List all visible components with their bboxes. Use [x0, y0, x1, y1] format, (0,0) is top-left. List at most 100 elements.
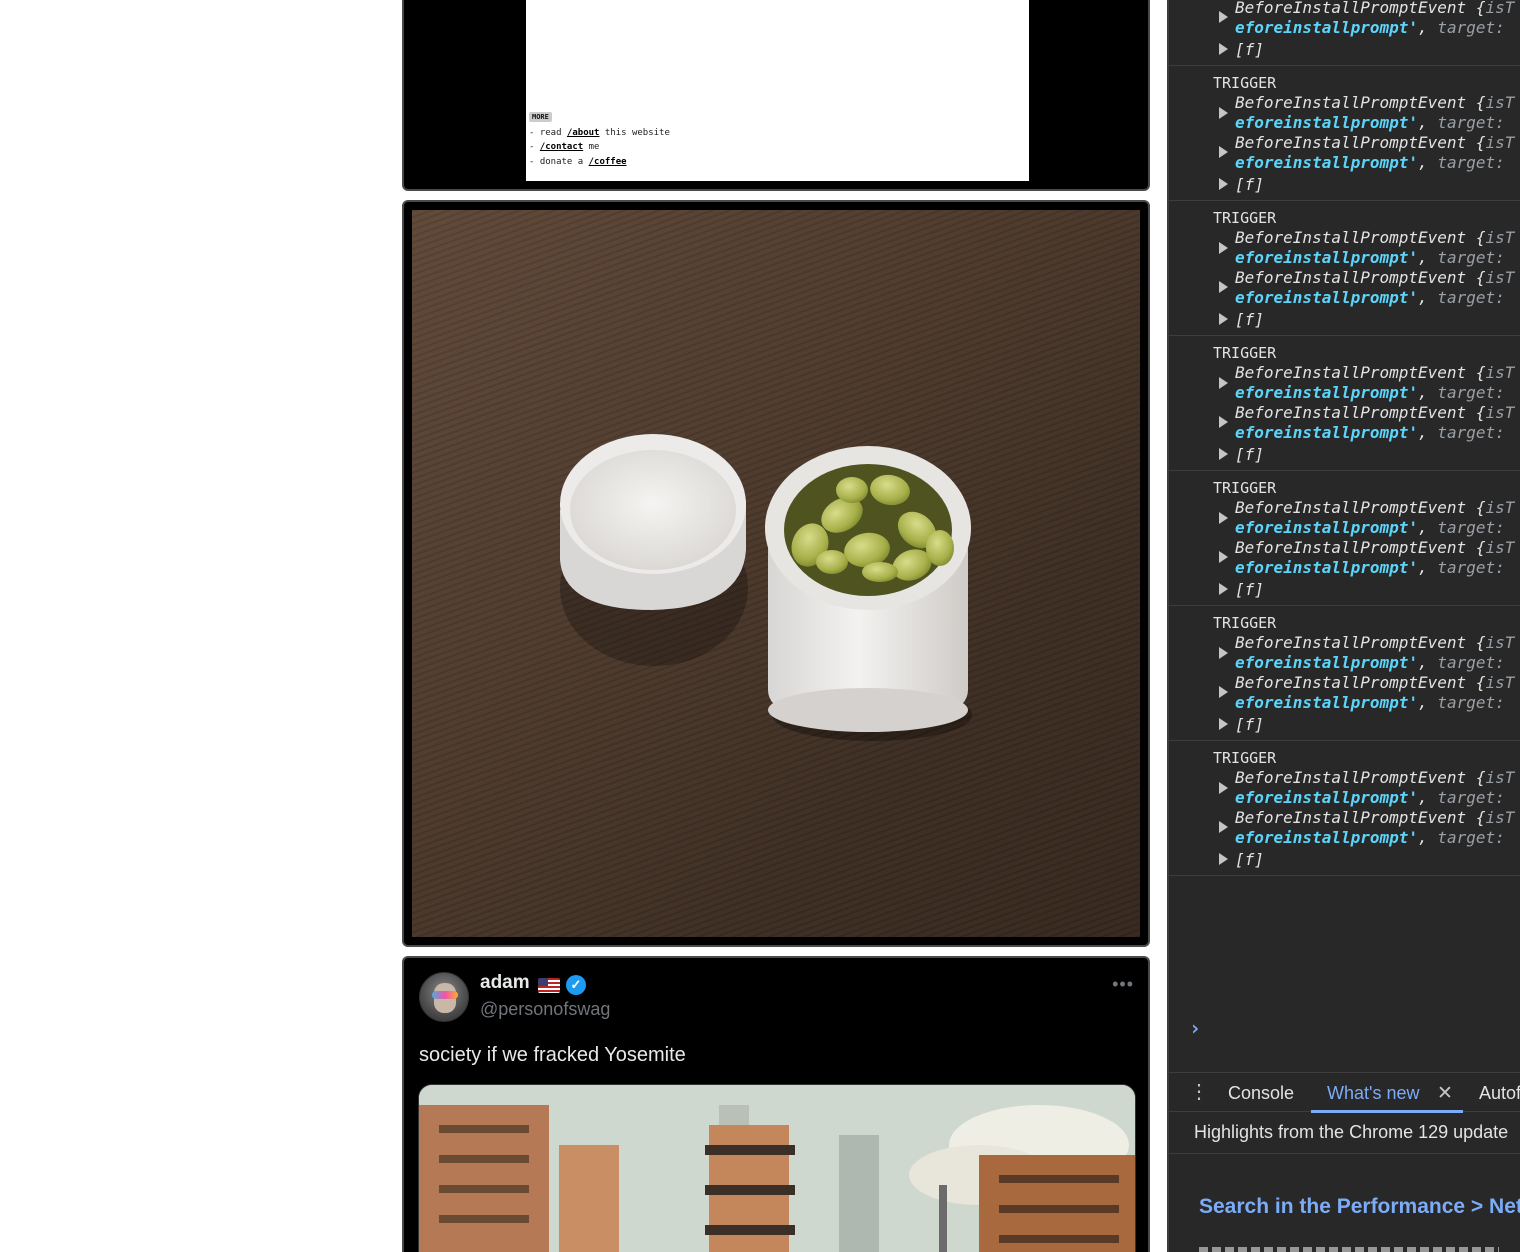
- event-tail: isT: [1485, 0, 1515, 17]
- tweet-handle[interactable]: @personofswag: [480, 999, 610, 1020]
- expand-triangle-icon[interactable]: [1219, 448, 1228, 460]
- coffee-link[interactable]: /coffee: [589, 157, 627, 167]
- log-event-cont: eforeinstallprompt', target:: [1235, 828, 1505, 847]
- event-name: BeforeInstallPromptEvent {: [1235, 0, 1486, 17]
- event-name: BeforeInstallPromptEvent {: [1235, 498, 1486, 517]
- expand-triangle-icon[interactable]: [1219, 782, 1228, 794]
- key-name: target:: [1437, 693, 1505, 712]
- key-name: target:: [1437, 788, 1505, 807]
- devtools-resize-handle[interactable]: [1157, 0, 1168, 1252]
- log-array: [f]: [1235, 445, 1264, 464]
- string-value: eforeinstallprompt': [1235, 113, 1419, 132]
- string-value: eforeinstallprompt': [1235, 558, 1419, 577]
- avatar-visor: [432, 991, 458, 999]
- futuristic-city-illustration: [419, 1085, 1135, 1252]
- expand-triangle-icon[interactable]: [1219, 281, 1228, 293]
- card-content: adam ✓ @personofswag ••• society if we f…: [412, 966, 1140, 1252]
- key-name: target:: [1437, 18, 1505, 37]
- string-value: eforeinstallprompt': [1235, 248, 1419, 267]
- expand-triangle-icon[interactable]: [1219, 416, 1228, 428]
- tab-whats-new[interactable]: What's new: [1327, 1083, 1419, 1104]
- log-event-cont: eforeinstallprompt', target:: [1235, 288, 1505, 307]
- trigger-label: TRIGGER: [1213, 209, 1277, 227]
- tweet-author-name[interactable]: adam: [480, 972, 530, 994]
- contact-link[interactable]: /contact: [540, 142, 583, 152]
- log-event-cont: eforeinstallprompt', target:: [1235, 788, 1505, 807]
- expand-triangle-icon[interactable]: [1219, 718, 1228, 730]
- expand-triangle-icon[interactable]: [1219, 512, 1228, 524]
- whats-new-heading[interactable]: Search in the Performance > Network: [1199, 1195, 1520, 1219]
- expand-triangle-icon[interactable]: [1219, 686, 1228, 698]
- log-array: [f]: [1235, 175, 1264, 194]
- log-event-cont: eforeinstallprompt', target:: [1235, 518, 1505, 537]
- tweet-image[interactable]: [418, 1084, 1136, 1252]
- comma: ,: [1418, 788, 1428, 807]
- expand-triangle-icon[interactable]: [1219, 853, 1228, 865]
- string-value: eforeinstallprompt': [1235, 828, 1419, 847]
- event-tail: isT: [1485, 363, 1515, 382]
- expand-triangle-icon[interactable]: [1219, 377, 1228, 389]
- event-name: BeforeInstallPromptEvent {: [1235, 768, 1486, 787]
- event-tail: isT: [1485, 228, 1515, 247]
- tab-autofill[interactable]: Autof: [1479, 1083, 1520, 1104]
- log-event: BeforeInstallPromptEvent {isT: [1235, 633, 1514, 652]
- jelly-bean-jar-photo[interactable]: [412, 210, 1140, 937]
- comma: ,: [1418, 693, 1428, 712]
- console-prompt-icon[interactable]: ›: [1189, 1016, 1201, 1040]
- comma: ,: [1418, 248, 1428, 267]
- tab-console[interactable]: Console: [1228, 1083, 1294, 1104]
- log-event: BeforeInstallPromptEvent {isT: [1235, 0, 1514, 17]
- event-tail: isT: [1485, 808, 1515, 827]
- comma: ,: [1418, 18, 1428, 37]
- expand-triangle-icon[interactable]: [1219, 11, 1228, 23]
- feed-card-website: MORE - read /about this website - /conta…: [402, 0, 1150, 191]
- expand-triangle-icon[interactable]: [1219, 107, 1228, 119]
- string-value: eforeinstallprompt': [1235, 383, 1419, 402]
- line-text: -: [529, 142, 540, 152]
- close-tab-icon[interactable]: ✕: [1437, 1082, 1453, 1105]
- log-event: BeforeInstallPromptEvent {isT: [1235, 498, 1514, 517]
- event-name: BeforeInstallPromptEvent {: [1235, 268, 1486, 287]
- expand-triangle-icon[interactable]: [1219, 146, 1228, 158]
- comma: ,: [1418, 423, 1428, 442]
- avatar[interactable]: [419, 972, 469, 1022]
- event-name: BeforeInstallPromptEvent {: [1235, 133, 1486, 152]
- more-tag: MORE: [529, 112, 552, 122]
- string-value: eforeinstallprompt': [1235, 153, 1419, 172]
- expand-triangle-icon[interactable]: [1219, 178, 1228, 190]
- log-event: BeforeInstallPromptEvent {isT: [1235, 403, 1514, 422]
- string-value: eforeinstallprompt': [1235, 653, 1419, 672]
- log-event: BeforeInstallPromptEvent {isT: [1235, 363, 1514, 382]
- comma: ,: [1418, 518, 1428, 537]
- key-name: target:: [1437, 113, 1505, 132]
- string-value: eforeinstallprompt': [1235, 288, 1419, 307]
- trigger-label: TRIGGER: [1213, 749, 1277, 767]
- string-value: eforeinstallprompt': [1235, 423, 1419, 442]
- active-tab-indicator: [1311, 1110, 1463, 1113]
- expand-triangle-icon[interactable]: [1219, 43, 1228, 55]
- expand-triangle-icon[interactable]: [1219, 647, 1228, 659]
- expand-triangle-icon[interactable]: [1219, 313, 1228, 325]
- expand-triangle-icon[interactable]: [1219, 583, 1228, 595]
- event-tail: isT: [1485, 268, 1515, 287]
- log-event: BeforeInstallPromptEvent {isT: [1235, 808, 1514, 827]
- event-name: BeforeInstallPromptEvent {: [1235, 93, 1486, 112]
- string-value: eforeinstallprompt': [1235, 18, 1419, 37]
- event-name: BeforeInstallPromptEvent {: [1235, 538, 1486, 557]
- trigger-label: TRIGGER: [1213, 74, 1277, 92]
- log-array: [f]: [1235, 715, 1264, 734]
- event-tail: isT: [1485, 673, 1515, 692]
- more-options-icon[interactable]: •••: [1112, 974, 1134, 995]
- about-link[interactable]: /about: [567, 128, 600, 138]
- key-name: target:: [1437, 288, 1505, 307]
- console-log-group: TRIGGER BeforeInstallPromptEvent {isT efor…: [1169, 201, 1520, 336]
- tweet-text: society if we fracked Yosemite: [419, 1044, 686, 1066]
- expand-triangle-icon[interactable]: [1219, 551, 1228, 563]
- feed-card-tweet: adam ✓ @personofswag ••• society if we f…: [402, 956, 1150, 1252]
- expand-triangle-icon[interactable]: [1219, 242, 1228, 254]
- kebab-menu-icon[interactable]: ⋮: [1189, 1081, 1209, 1103]
- expand-triangle-icon[interactable]: [1219, 821, 1228, 833]
- card-content: MORE - read /about this website - /conta…: [412, 0, 1140, 181]
- console-log-group: TRIGGER BeforeInstallPromptEvent {isT efor…: [1169, 471, 1520, 606]
- drawer-tab-bar: ⋮ Console What's new ✕ Autof: [1169, 1072, 1520, 1113]
